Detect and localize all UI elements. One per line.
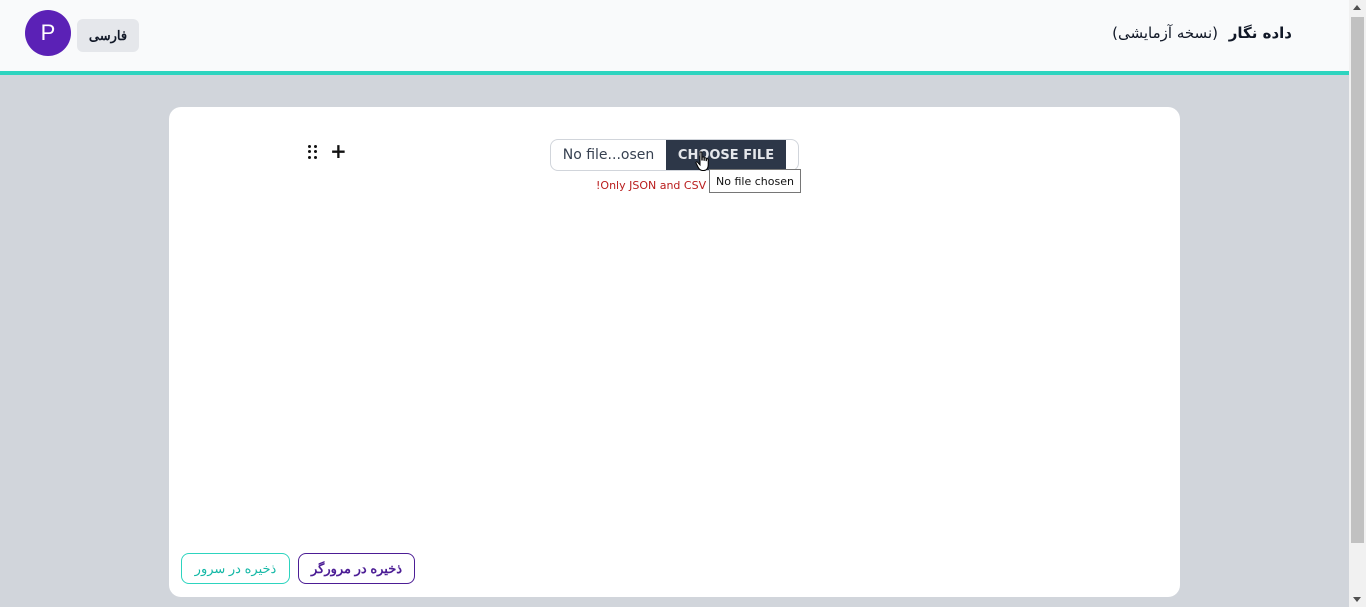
user-avatar[interactable]: P <box>25 10 71 56</box>
page-scrollbar[interactable] <box>1349 0 1366 607</box>
drag-handle-icon[interactable] <box>308 145 318 159</box>
language-button[interactable]: فارسی <box>77 19 139 52</box>
file-type-hint: !Only JSON and CSV <box>596 179 707 192</box>
editor-card: + No file...osen CHOOSE FILE !Only JSON … <box>169 107 1180 597</box>
file-input[interactable]: No file...osen CHOOSE FILE <box>550 139 799 171</box>
app-title: داده نگار (نسخه آزمایشی) <box>1112 24 1292 42</box>
app-name: داده نگار <box>1228 24 1292 42</box>
plus-icon[interactable]: + <box>330 141 347 161</box>
save-browser-button[interactable]: ذخیره در مرورگر <box>298 553 415 584</box>
file-name-label: No file...osen <box>562 147 655 163</box>
file-tooltip: No file chosen <box>709 169 801 193</box>
scrollbar-thumb[interactable] <box>1351 17 1364 543</box>
scroll-down-icon[interactable] <box>1353 597 1361 602</box>
save-server-button[interactable]: ذخیره در سرور <box>181 553 290 584</box>
top-navbar: P فارسی داده نگار (نسخه آزمایشی) <box>0 0 1349 75</box>
app-version: (نسخه آزمایشی) <box>1112 24 1218 42</box>
scroll-up-icon[interactable] <box>1353 5 1361 10</box>
choose-file-button[interactable]: CHOOSE FILE <box>666 140 786 170</box>
